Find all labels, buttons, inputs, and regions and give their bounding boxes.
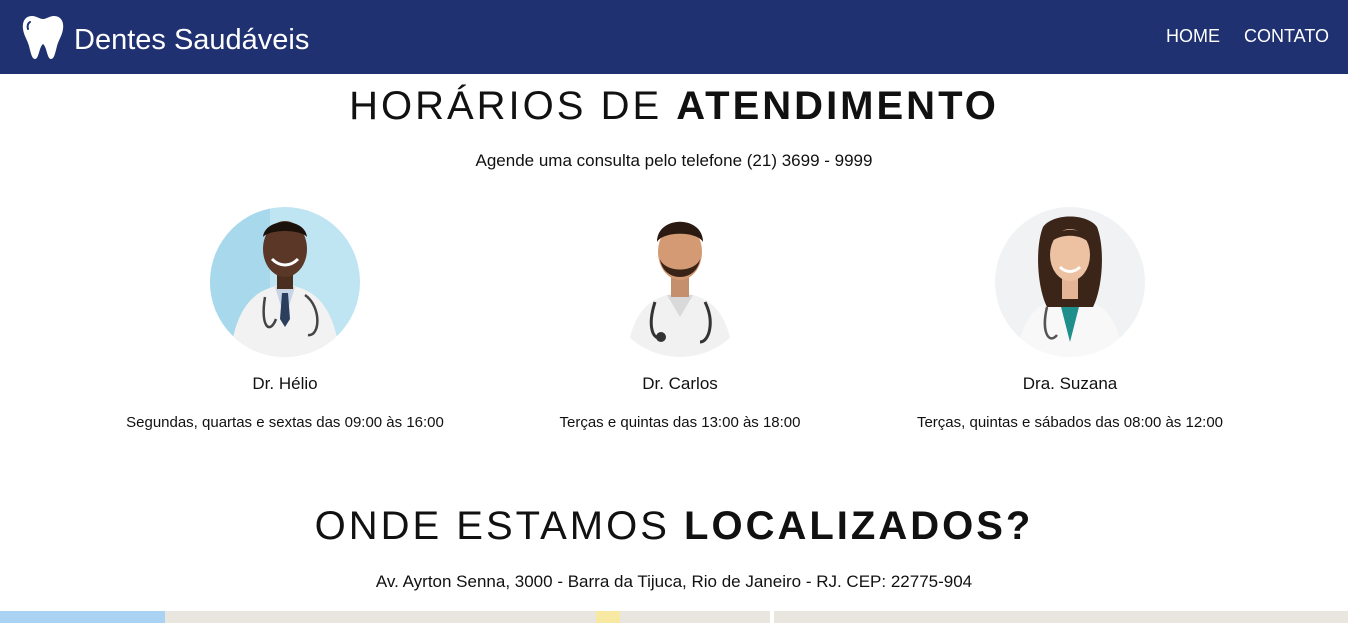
brand[interactable]: Dentes Saudáveis <box>22 14 309 65</box>
schedule-title-light: HORÁRIOS DE <box>349 84 663 128</box>
doctor-photo-carlos <box>605 207 755 357</box>
doctor-hours-helio: Segundas, quartas e sextas das 09:00 às … <box>126 414 444 431</box>
map-road <box>596 611 620 623</box>
doctor-card-suzana: Dra. Suzana Terças, quintas e sábados da… <box>855 207 1285 431</box>
map[interactable] <box>0 611 1348 623</box>
doctor-photo-suzana <box>995 207 1145 357</box>
doctor-name-helio: Dr. Hélio <box>252 374 318 393</box>
schedule-title: HORÁRIOS DE ATENDIMENTO <box>0 84 1348 129</box>
nav-contato-link[interactable]: CONTATO <box>1244 26 1329 47</box>
doctor-card-helio: Dr. Hélio Segundas, quartas e sextas das… <box>70 207 500 431</box>
location-address: Av. Ayrton Senna, 3000 - Barra da Tijuca… <box>375 572 973 591</box>
map-water <box>0 611 165 623</box>
doctor-name-carlos: Dr. Carlos <box>642 374 718 393</box>
location-title-bold: LOCALIZADOS? <box>684 504 1034 548</box>
navbar: Dentes Saudáveis HOME CONTATO <box>0 0 1348 74</box>
doctor-name-suzana: Dra. Suzana <box>1022 374 1118 393</box>
tooth-icon <box>22 14 64 65</box>
doctor-card-carlos: Dr. Carlos Terças e quintas das 13:00 às… <box>465 207 895 431</box>
schedule-subtitle: Agende uma consulta pelo telefone (21) 3… <box>475 151 873 170</box>
brand-name: Dentes Saudáveis <box>74 23 310 56</box>
nav-home-link[interactable]: HOME <box>1166 26 1220 47</box>
location-title-light: ONDE ESTAMOS <box>314 504 670 548</box>
doctor-hours-suzana: Terças, quintas e sábados das 08:00 às 1… <box>916 414 1224 431</box>
doctor-hours-carlos: Terças e quintas das 13:00 às 18:00 <box>559 414 801 431</box>
map-road-secondary <box>770 611 774 623</box>
schedule-title-bold: ATENDIMENTO <box>676 84 999 128</box>
location-title: ONDE ESTAMOS LOCALIZADOS? <box>0 504 1348 549</box>
nav-links: HOME CONTATO <box>1142 26 1329 47</box>
doctor-photo-helio <box>210 207 360 357</box>
